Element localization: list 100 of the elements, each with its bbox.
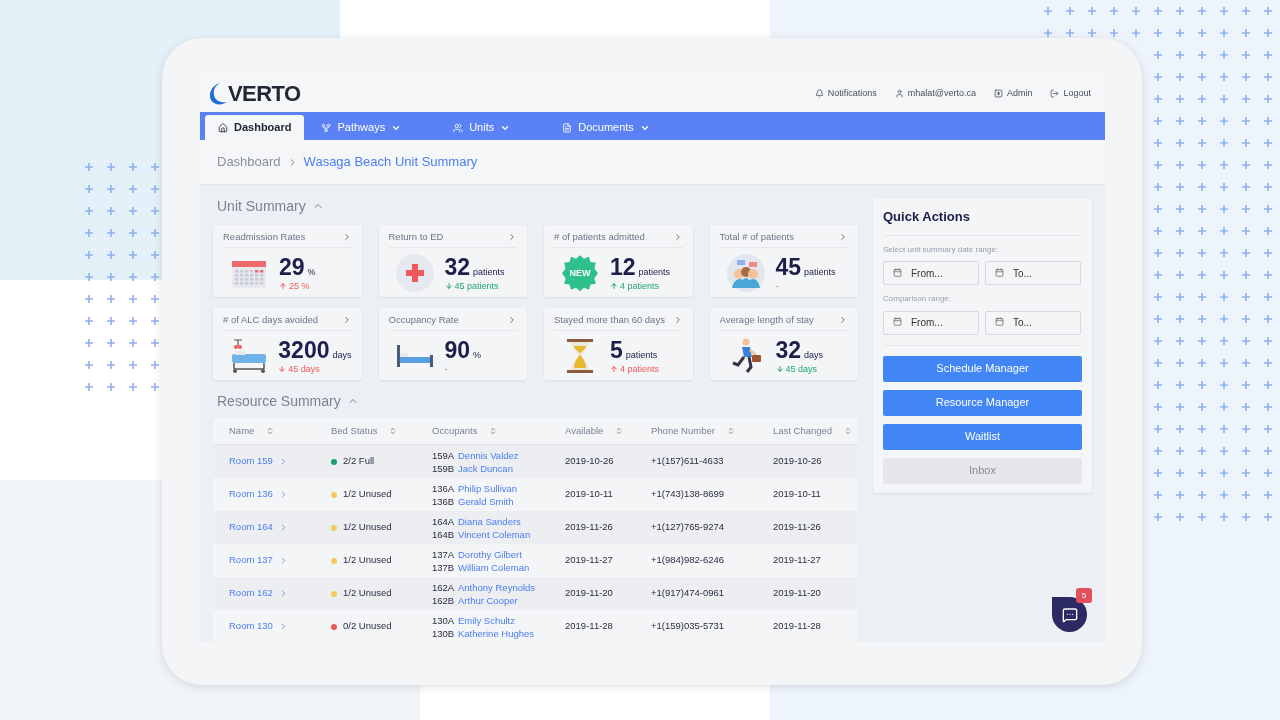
new-starburst-badge: NEW — [562, 255, 598, 292]
bed-status: 1/2 Unused — [343, 520, 392, 535]
sort-icon[interactable] — [266, 427, 275, 435]
units-icon — [453, 122, 464, 133]
admin-icon — [993, 89, 1003, 98]
occupant-link[interactable]: Emily Schultz — [458, 613, 515, 627]
occupant-link[interactable]: Vincent Coleman — [458, 527, 531, 541]
chat-button[interactable] — [1052, 597, 1087, 632]
occupant-link[interactable]: Diana Sanders — [458, 514, 521, 528]
header-link[interactable]: Notifications — [814, 86, 877, 101]
occupant-link[interactable]: Jack Duncan — [458, 461, 513, 475]
stat-title: Readmission Rates — [223, 230, 306, 244]
stat-change: 25 % — [289, 279, 310, 292]
action-button[interactable]: Waitlist — [883, 423, 1082, 450]
date-field[interactable]: From... — [883, 310, 979, 335]
stat-card[interactable]: # of patients admitted NEW 12 patients 4 patients — [544, 225, 693, 297]
stat-title: Occupancy Rate — [388, 313, 459, 327]
calendar-icon — [995, 267, 1004, 277]
room-link[interactable]: Room 130 — [229, 619, 273, 634]
occupant-link[interactable]: Gerald Smith — [458, 494, 514, 508]
nav-tab[interactable]: Units — [440, 115, 524, 140]
header-link[interactable]: mhalat@verto.ca — [894, 86, 976, 101]
bed-status: 1/2 Unused — [343, 487, 392, 502]
table-cell-text: +1(917)474-0961 — [651, 586, 726, 601]
date-field[interactable]: From... — [883, 261, 979, 285]
field-label: Select unit summary date range: — [883, 243, 1000, 256]
occupant-link[interactable]: Philip Sullivan — [458, 481, 518, 495]
chevron-right-icon — [507, 315, 517, 326]
section-title: Resource Summary — [217, 391, 341, 411]
header-link[interactable]: Admin — [993, 86, 1033, 101]
table-cell-text: 2019-11-27 — [565, 553, 614, 568]
sort-icon[interactable] — [615, 427, 624, 435]
header-link[interactable]: Logout — [1050, 86, 1091, 101]
column-header[interactable]: Name — [229, 423, 255, 439]
chat-icon — [1061, 606, 1078, 623]
occupant-link[interactable]: William Coleman — [458, 560, 530, 574]
nav-tab[interactable]: Dashboard — [205, 115, 305, 140]
logo-text: VERTO — [228, 80, 301, 108]
stat-value: 32 — [444, 255, 471, 279]
table-cell-text: +1(159)035-5731 — [651, 619, 726, 634]
stat-card[interactable]: Readmission Rates 29% 25 % — [213, 225, 362, 297]
date-field[interactable]: To... — [985, 310, 1081, 335]
stat-unit: days — [804, 349, 824, 362]
stat-value: 5 — [610, 338, 623, 362]
table-cell-text: 2019-10-26 — [565, 454, 615, 469]
chevron-right-icon — [507, 232, 517, 243]
bed-icon — [395, 343, 434, 370]
table-cell-text: +1(984)982-6246 — [651, 553, 726, 568]
logout-icon — [1050, 89, 1060, 98]
column-header[interactable]: Occupants — [432, 423, 478, 439]
date-field[interactable]: To... — [985, 261, 1081, 285]
stat-title: Total # of patients — [719, 230, 794, 244]
sort-icon[interactable] — [489, 427, 498, 435]
nav-tab[interactable]: Documents — [549, 115, 663, 140]
room-link[interactable]: Room 162 — [229, 586, 273, 601]
sort-icon[interactable] — [726, 427, 735, 435]
occupant-link[interactable]: Katherine Hughes — [458, 626, 535, 640]
room-link[interactable]: Room 137 — [229, 553, 273, 568]
stat-card[interactable]: Total # of patients 45 patients - — [709, 225, 858, 297]
stat-card[interactable]: Return to ED 32 patients 45 patients — [378, 225, 527, 297]
stat-unit: patients — [638, 266, 671, 279]
stat-card[interactable]: Average length of stay 32 days 45 days — [709, 308, 858, 380]
room-link[interactable]: Room 136 — [229, 487, 273, 502]
breadcrumb-link[interactable]: Wasaga Beach Unit Summary — [303, 152, 478, 172]
bed-status: 1/2 Unused — [343, 553, 392, 568]
calendar-icon — [893, 267, 902, 277]
table-cell-text: +1(127)765-9274 — [651, 520, 726, 535]
column-header[interactable]: Available — [565, 423, 604, 439]
stat-change: - — [775, 279, 779, 292]
notification-badge: 5 — [1076, 588, 1092, 603]
stat-card[interactable]: Stayed more than 60 days 5 patients 4 patients — [544, 308, 693, 380]
table-cell-text: 2019-11-27 — [773, 553, 822, 568]
stat-change: 4 patients — [620, 279, 660, 292]
stat-unit: % — [473, 349, 482, 362]
room-link[interactable]: Room 159 — [229, 454, 273, 469]
occupant-link[interactable]: Anthony Reynolds — [458, 580, 536, 594]
occupant-link[interactable]: Dennis Valdez — [458, 448, 519, 462]
sort-icon[interactable] — [389, 427, 398, 435]
column-header[interactable]: Bed Status — [331, 423, 378, 439]
occupant-link[interactable]: Arthur Cooper — [458, 593, 518, 607]
stat-title: # of patients admitted — [554, 230, 645, 244]
column-header[interactable]: Last Changed — [773, 423, 833, 439]
stat-title: Return to ED — [388, 230, 444, 244]
bed-status: 2/2 Full — [343, 454, 375, 469]
stat-change: - — [444, 362, 448, 375]
home-icon — [218, 122, 228, 133]
table-cell-text: 2019-10-11 — [773, 487, 822, 502]
section-title: Unit Summary — [217, 196, 306, 216]
action-button[interactable]: Resource Manager — [883, 389, 1082, 416]
stat-card[interactable]: # of ALC days avoided 3200 days 45 days — [213, 308, 362, 380]
sort-icon[interactable] — [844, 427, 853, 435]
room-link[interactable]: Room 164 — [229, 520, 273, 535]
hourglass-icon — [566, 338, 594, 375]
breadcrumb-link[interactable]: Dashboard — [217, 152, 281, 172]
nav-tab[interactable]: Pathways — [308, 115, 415, 140]
medical-cross-icon — [395, 254, 434, 293]
column-header[interactable]: Phone Number — [651, 423, 715, 439]
stat-card[interactable]: Occupancy Rate 90% - — [378, 308, 527, 380]
action-button[interactable]: Schedule Manager — [883, 355, 1082, 382]
occupant-link[interactable]: Dorothy Gilbert — [458, 547, 522, 561]
